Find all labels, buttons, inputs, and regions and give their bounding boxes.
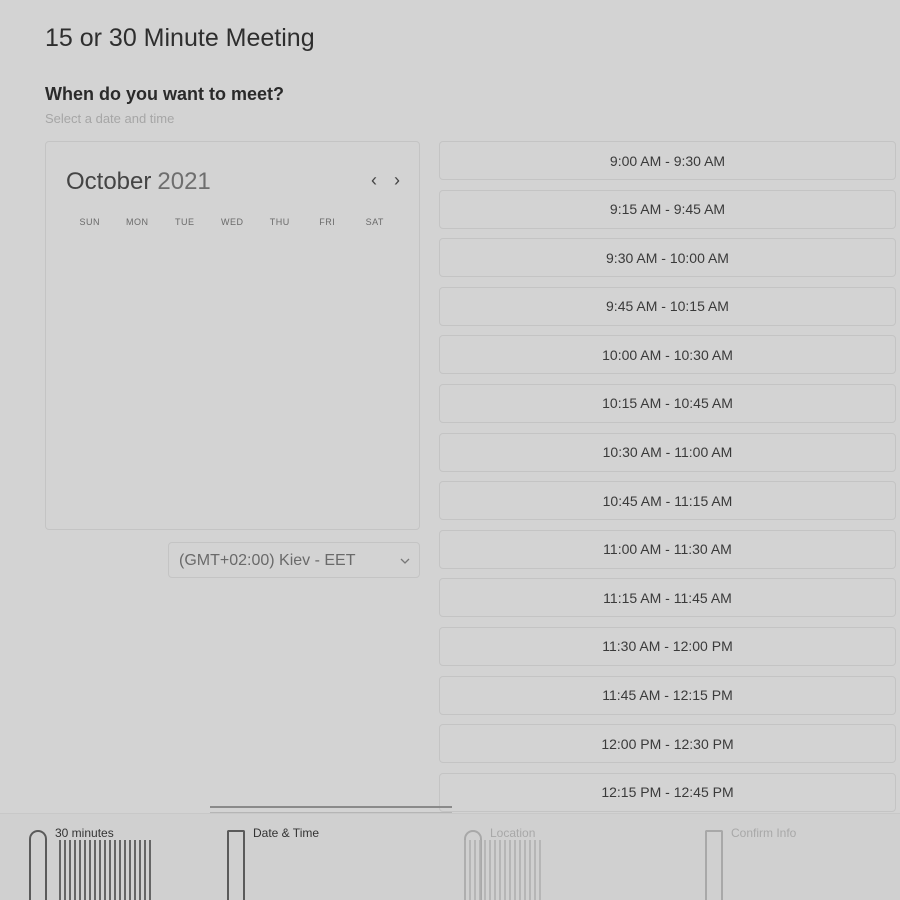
section-heading: When do you want to meet? bbox=[45, 84, 284, 104]
time-slot-button[interactable]: 11:15 AM - 11:45 AM bbox=[439, 578, 896, 618]
confirm-icon bbox=[705, 830, 723, 900]
weekday-label: SUN bbox=[79, 217, 100, 227]
weekday-label: TUE bbox=[175, 217, 195, 227]
time-slot-button[interactable]: 12:15 PM - 12:45 PM bbox=[439, 772, 896, 812]
time-slot-button[interactable]: 9:00 AM - 9:30 AM bbox=[439, 141, 896, 180]
chevron-down-icon bbox=[400, 558, 410, 564]
step-label: Location bbox=[490, 826, 536, 840]
time-slot-button[interactable]: 12:00 PM - 12:30 PM bbox=[439, 724, 896, 764]
calendar-year: 2021 bbox=[157, 168, 211, 195]
time-slot-button[interactable]: 10:45 AM - 11:15 AM bbox=[439, 481, 896, 521]
time-slot-button[interactable]: 11:45 AM - 12:15 PM bbox=[439, 675, 896, 715]
previous-month-button[interactable]: ‹ bbox=[366, 170, 382, 191]
clock-icon bbox=[29, 830, 47, 900]
chevron-left-icon: ‹ bbox=[371, 170, 377, 190]
weekday-label: SAT bbox=[365, 217, 384, 227]
booking-page: 15 or 30 Minute Meeting When do you want… bbox=[0, 0, 900, 900]
weekday-label: MON bbox=[126, 217, 149, 227]
step-label: 30 minutes bbox=[55, 826, 114, 840]
time-slot-button[interactable]: 10:00 AM - 10:30 AM bbox=[439, 335, 896, 375]
time-slot-button[interactable]: 11:30 AM - 12:00 PM bbox=[439, 626, 896, 666]
step-label: Confirm Info bbox=[731, 826, 797, 840]
time-slot-button[interactable]: 11:00 AM - 11:30 AM bbox=[439, 529, 896, 569]
time-slot-button[interactable]: 9:45 AM - 10:15 AM bbox=[439, 286, 896, 326]
time-slot-button[interactable]: 9:15 AM - 9:45 AM bbox=[439, 189, 896, 229]
weekday-label: THU bbox=[269, 217, 290, 227]
time-slot-button[interactable]: 10:15 AM - 10:45 AM bbox=[439, 383, 896, 423]
step-label: Date & Time bbox=[253, 826, 320, 840]
booking-steps: 30 minutes Date & Time Location Confirm … bbox=[0, 813, 900, 900]
page-title: 15 or 30 Minute Meeting bbox=[45, 24, 315, 52]
time-slot-button[interactable]: 9:30 AM - 10:00 AM bbox=[439, 238, 896, 278]
calendar-month: October bbox=[66, 168, 152, 195]
weekday-label: FRI bbox=[319, 217, 336, 227]
weekday-header: SUN MON TUE WED THU FRI SAT bbox=[66, 217, 411, 227]
progress-indicator bbox=[210, 806, 452, 813]
time-slot-button[interactable]: 10:30 AM - 11:00 AM bbox=[439, 432, 896, 472]
next-month-button[interactable]: › bbox=[389, 170, 405, 191]
weekday-label: WED bbox=[221, 217, 244, 227]
section-subtitle: Select a date and time bbox=[45, 111, 175, 126]
step-marker bbox=[59, 840, 154, 900]
calendar: October 2021 ‹ › SUN MON TUE WED THU FRI … bbox=[45, 141, 420, 530]
calendar-month-year: October 2021 bbox=[66, 168, 211, 196]
step-marker bbox=[464, 840, 544, 900]
timezone-value: (GMT+02:00) Kiev - EET bbox=[179, 552, 356, 569]
time-slot-list: 9:00 AM - 9:30 AM 9:15 AM - 9:45 AM 9:30… bbox=[439, 141, 896, 821]
timezone-select[interactable]: (GMT+02:00) Kiev - EET bbox=[168, 542, 420, 578]
chevron-right-icon: › bbox=[394, 170, 400, 190]
calendar-icon bbox=[227, 830, 245, 900]
